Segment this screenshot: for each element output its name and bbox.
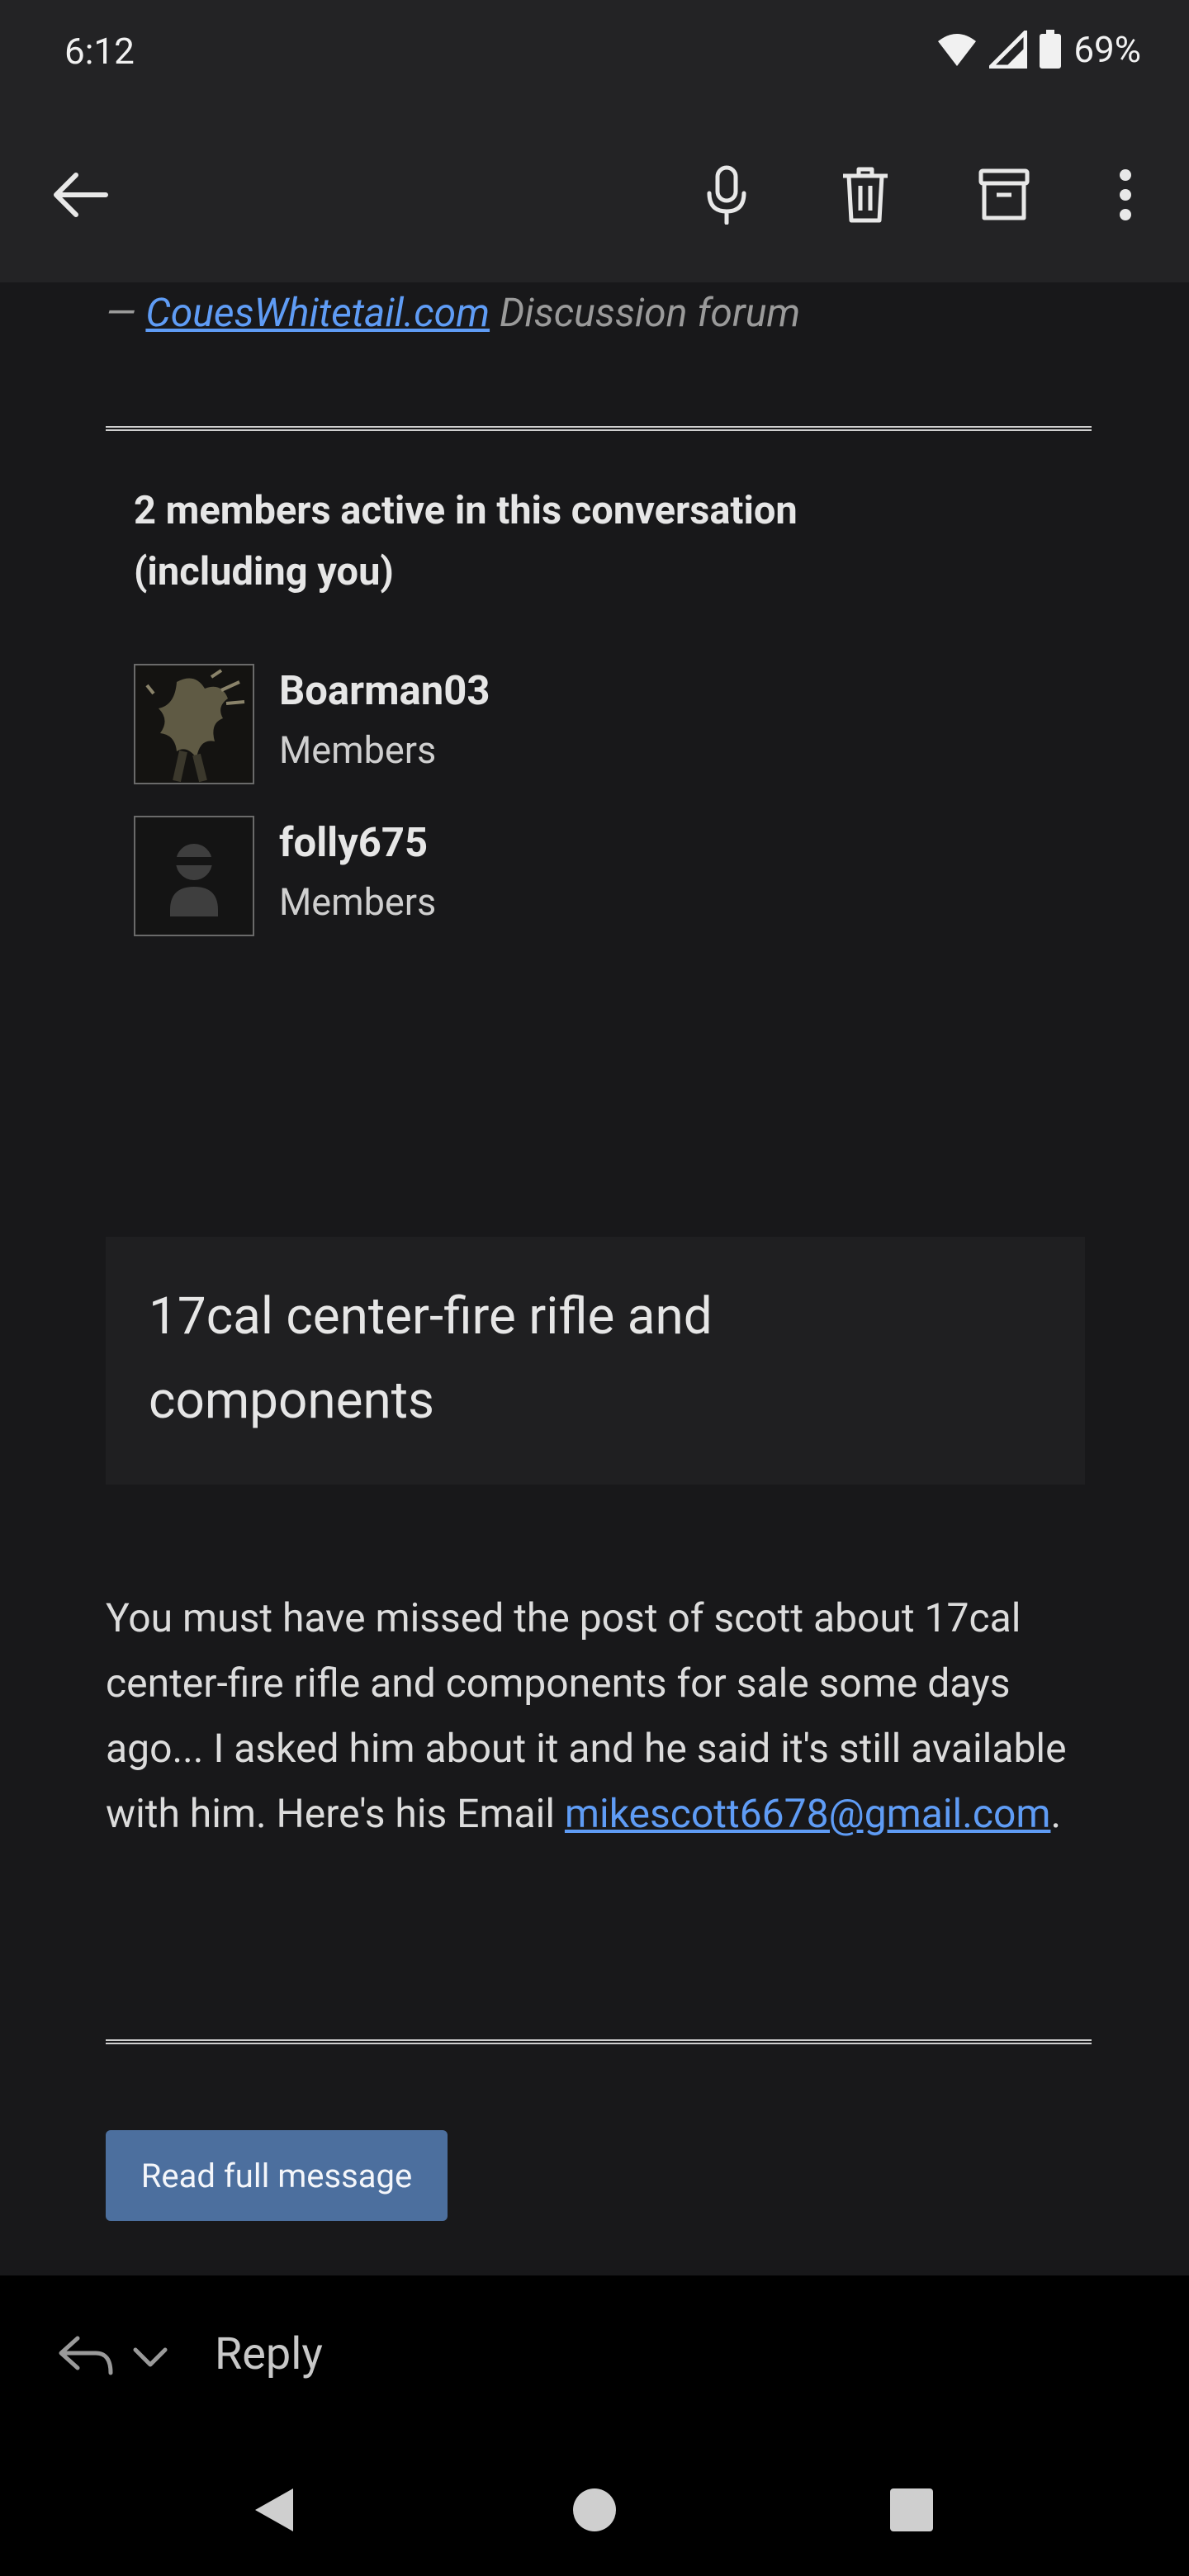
- archive-icon: [978, 168, 1030, 220]
- thread-title: 17cal center-fire rifle and components: [149, 1286, 713, 1431]
- square-recents-icon: [890, 2488, 933, 2531]
- forum-signature: — CouesWhitetail.com Discussion forum: [106, 289, 800, 336]
- wifi-icon: [938, 34, 977, 66]
- forum-prefix: —: [106, 289, 136, 336]
- dictate-button[interactable]: [681, 107, 772, 282]
- system-nav-bar: [0, 2444, 1189, 2576]
- member-name: Boarman03: [279, 667, 490, 714]
- divider: [106, 426, 1092, 431]
- reply-bar: Reply: [0, 2275, 1189, 2444]
- archive-button[interactable]: [959, 107, 1049, 282]
- back-button[interactable]: [35, 107, 126, 282]
- members-heading: 2 members active in this conversation (i…: [134, 488, 798, 594]
- more-options-button[interactable]: [1080, 107, 1171, 282]
- status-bar: 6:12 69%: [0, 0, 1189, 107]
- nav-back-button[interactable]: [208, 2444, 340, 2576]
- email-address-link[interactable]: mikescott6678@gmail.com: [565, 1790, 1051, 1837]
- arrow-left-icon: [54, 173, 108, 217]
- reply-label[interactable]: Reply: [215, 2328, 323, 2380]
- avatar: [134, 816, 254, 936]
- message-end: .: [1050, 1790, 1062, 1837]
- email-toolbar: [0, 107, 1189, 282]
- nav-recents-button[interactable]: [846, 2444, 978, 2576]
- thread-title-card: 17cal center-fire rifle and components: [106, 1237, 1085, 1485]
- forum-link[interactable]: CouesWhitetail.com: [145, 289, 490, 336]
- message-text: You must have missed the post of scott a…: [106, 1585, 1097, 1846]
- avatar: [134, 664, 254, 784]
- member-name: folly675: [279, 819, 429, 866]
- read-full-message-button[interactable]: Read full message: [106, 2130, 448, 2221]
- default-avatar-icon: [135, 817, 253, 935]
- status-time: 6:12: [64, 30, 135, 73]
- divider: [106, 2039, 1092, 2044]
- status-icons: 69%: [936, 28, 1141, 71]
- more-vert-icon: [1120, 169, 1131, 220]
- nav-home-button[interactable]: [528, 2444, 661, 2576]
- delete-button[interactable]: [820, 107, 911, 282]
- triangle-back-icon: [255, 2488, 293, 2531]
- circle-home-icon: [573, 2488, 616, 2531]
- forum-suffix: Discussion forum: [499, 289, 801, 336]
- member-item[interactable]: folly675 Members: [134, 816, 877, 938]
- member-role: Members: [279, 728, 437, 772]
- cell-signal-icon: [989, 31, 1028, 69]
- chevron-down-icon[interactable]: [132, 2345, 168, 2370]
- trash-icon: [843, 167, 888, 223]
- reply-icon[interactable]: [58, 2335, 116, 2376]
- mic-icon: [707, 165, 746, 225]
- member-role: Members: [279, 880, 437, 924]
- email-body: — CouesWhitetail.com Discussion forum 2 …: [0, 282, 1189, 2275]
- battery-icon: [1040, 30, 1062, 69]
- battery-percent: 69%: [1073, 28, 1141, 71]
- member-item[interactable]: Boarman03 Members: [134, 664, 877, 786]
